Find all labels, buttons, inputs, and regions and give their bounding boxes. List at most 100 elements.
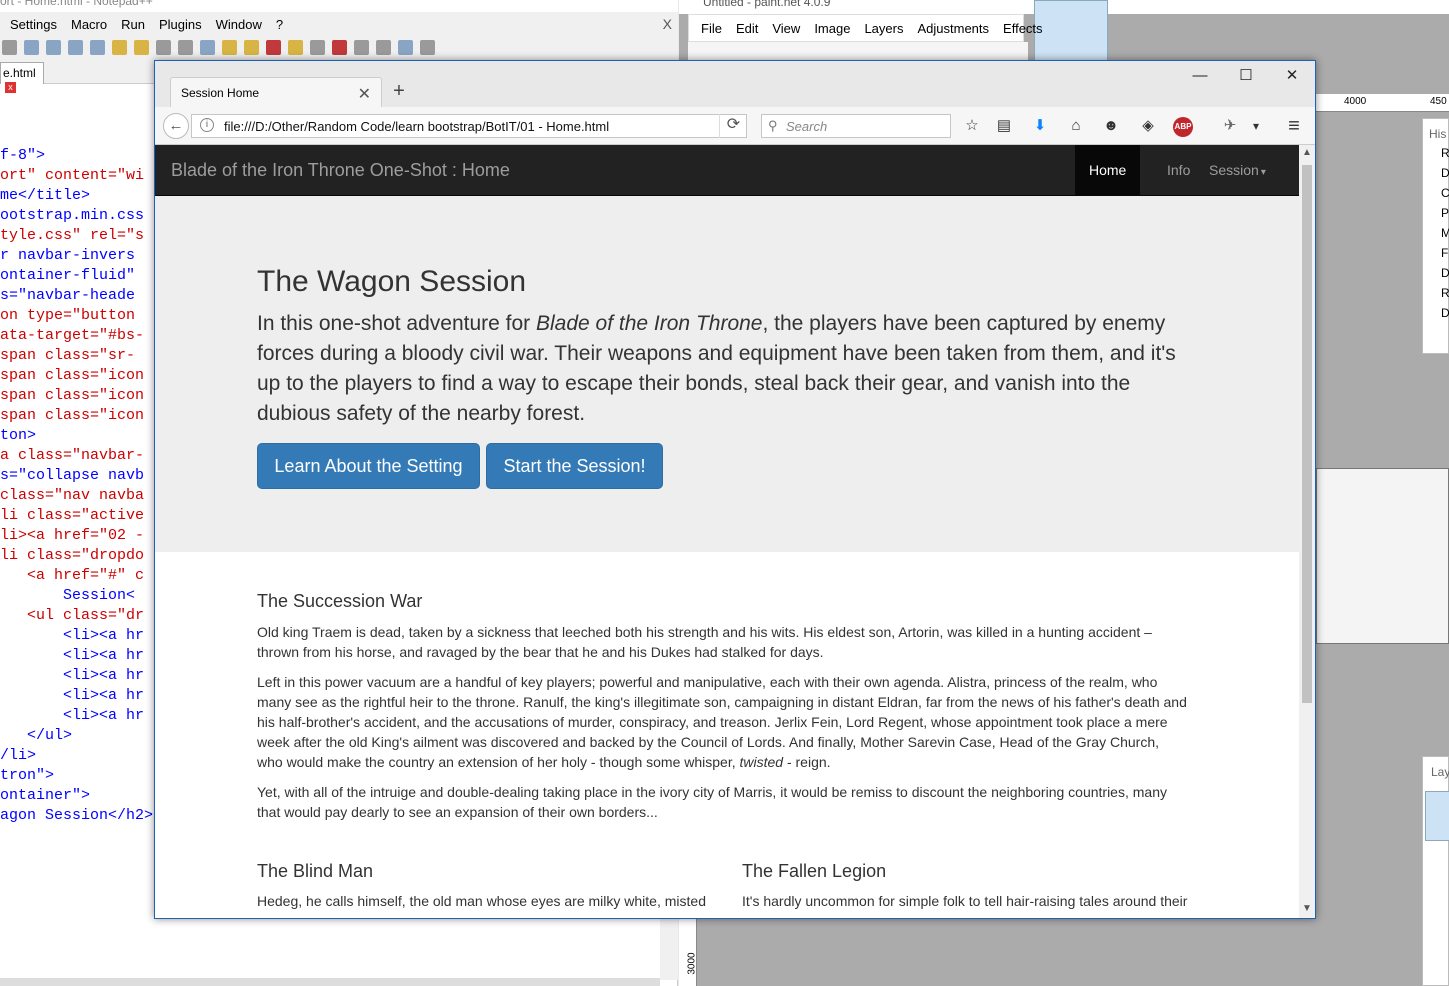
nav-session-dropdown[interactable]: Session ▾ [1195,145,1280,196]
npp-tab-home-html[interactable]: e.htmlx [0,62,44,94]
npp-close-document-button[interactable]: X [663,16,672,32]
paintnet-toolbar [688,42,1028,62]
fallen-legion-text: It's hardly uncommon for simple folk to … [742,893,1188,909]
blind-man-text: Hedeg, he calls himself, the old man who… [257,893,706,909]
document-map-icon[interactable] [222,39,237,55]
indent-icon[interactable] [2,39,17,55]
history-item[interactable]: D [1441,163,1449,183]
scroll-up-icon[interactable]: ▲ [1302,147,1312,158]
binoculars-icon[interactable] [24,39,39,55]
npp-menu-help[interactable]: ? [276,17,283,32]
reading-list-icon[interactable]: ▤ [993,116,1015,138]
caret-down-icon: ▾ [1260,167,1266,178]
history-item[interactable]: F [1441,243,1448,263]
history-item[interactable]: R [1441,283,1449,303]
npp-menu-window[interactable]: Window [216,17,262,32]
start-session-button[interactable]: Start the Session! [486,443,663,489]
paintnet-ruler: 4000 450 [1316,94,1449,112]
search-input[interactable]: ⚲ Search [761,114,951,138]
layer-thumbnail[interactable] [1425,791,1449,841]
history-item[interactable]: C [1441,183,1449,203]
history-item[interactable]: R [1441,143,1449,163]
npp-horizontal-scrollbar[interactable] [0,978,660,986]
npp-menu-settings[interactable]: Settings [10,17,57,32]
pocket-icon[interactable]: ◈ [1137,116,1159,138]
search-placeholder: Search [786,119,828,134]
pdn-menu-view[interactable]: View [772,21,800,36]
window-close-button[interactable]: ✕ [1269,61,1315,93]
search-icon: ⚲ [768,118,778,133]
home-icon[interactable]: ⌂ [1065,116,1087,138]
npp-tab-label: e.html [3,66,36,80]
word-wrap-icon[interactable] [156,39,171,55]
folder-workspace-icon[interactable] [266,39,281,55]
bookmark-star-icon[interactable]: ☆ [961,116,983,138]
history-list[interactable]: RDCPMFDRD [1423,141,1449,323]
nav-home[interactable]: Home [1075,145,1141,196]
history-item[interactable]: M [1441,223,1449,243]
url-bar[interactable]: i file:///D:/Other/Random Code/learn boo… [191,114,747,138]
jumbotron-lead: In this one-shot adventure for Blade of … [257,312,1176,425]
run-macro-multiple-icon[interactable] [398,39,413,55]
history-item[interactable]: D [1441,303,1449,323]
sync-horizontal-icon[interactable] [134,39,149,55]
scroll-down-icon[interactable]: ▼ [1302,903,1312,914]
back-button[interactable]: ← [163,113,189,139]
adblock-plus-icon[interactable]: ABP [1173,117,1193,137]
pdn-menu-adjustments[interactable]: Adjustments [917,21,989,36]
npp-menu-macro[interactable]: Macro [71,17,107,32]
save-macro-icon[interactable] [420,39,435,55]
succession-paragraph-1: Old king Traem is dead, taken by a sickn… [257,624,1152,660]
reload-button[interactable]: ⟳ [719,114,747,138]
tab-close-icon[interactable]: ✕ [358,84,371,104]
pdn-menu-effects[interactable]: Effects [1003,21,1043,36]
info-icon[interactable]: i [200,118,214,132]
paintnet-image-tab[interactable] [1034,0,1108,62]
site-navbar: Blade of the Iron Throne One-Shot : Home… [155,145,1299,196]
new-tab-button[interactable]: + [387,79,411,103]
paintnet-canvas-thumbnail [1316,468,1449,644]
show-all-chars-icon[interactable] [178,39,193,55]
replace-icon[interactable] [46,39,61,55]
minimize-button[interactable]: — [1177,61,1223,93]
page-vertical-scrollbar[interactable]: ▲ ▼ [1299,145,1315,918]
open-folder-icon[interactable] [288,39,303,55]
maximize-button[interactable]: ☐ [1223,61,1269,93]
npp-menu-run[interactable]: Run [121,17,145,32]
downloads-icon[interactable]: ⬇ [1029,116,1051,138]
section-title-fallen-legion: The Fallen Legion [742,861,887,881]
navbar-brand[interactable]: Blade of the Iron Throne One-Shot : Home [171,160,510,181]
indent-guide-icon[interactable] [200,39,215,55]
extension-plane-icon[interactable]: ✈ [1219,116,1241,138]
play-macro-icon[interactable] [376,39,391,55]
browser-tab-session-home[interactable]: Session Home ✕ [170,77,382,107]
monitoring-icon[interactable] [310,39,325,55]
record-macro-icon[interactable] [332,39,347,55]
jumbotron-title: The Wagon Session [257,265,527,298]
notepadpp-titlebar: ort - Home.html - Notepad++ [0,0,678,12]
section-title-blind-man: The Blind Man [257,861,374,881]
pdn-menu-image[interactable]: Image [814,21,850,36]
zoom-out-icon[interactable] [90,39,105,55]
history-item[interactable]: D [1441,263,1449,283]
pdn-menu-edit[interactable]: Edit [736,21,758,36]
succession-paragraph-2: Left in this power vacuum are a handful … [257,674,1187,770]
hello-smiley-icon[interactable]: ☻ [1100,116,1122,138]
pdn-menu-layers[interactable]: Layers [864,21,903,36]
function-list-icon[interactable] [244,39,259,55]
overflow-chevron-down-icon[interactable]: ▾ [1245,116,1267,138]
scrollbar-thumb[interactable] [1302,165,1312,703]
stop-macro-icon[interactable] [354,39,369,55]
nav-session-label: Session [1209,162,1259,178]
learn-setting-button[interactable]: Learn About the Setting [257,443,480,489]
history-item[interactable]: P [1441,203,1449,223]
zoom-in-icon[interactable] [68,39,83,55]
paintnet-menubar: File Edit View Image Layers Adjustments … [688,14,1043,42]
pdn-menu-file[interactable]: File [701,21,722,36]
url-text: file:///D:/Other/Random Code/learn boots… [224,119,610,134]
npp-menu-plugins[interactable]: Plugins [159,17,202,32]
hamburger-menu-icon[interactable]: ≡ [1283,116,1305,138]
sync-vertical-icon[interactable] [112,39,127,55]
succession-paragraph-3: Yet, with all of the intruige and double… [257,784,1167,820]
page-viewport: Blade of the Iron Throne One-Shot : Home… [155,145,1299,918]
